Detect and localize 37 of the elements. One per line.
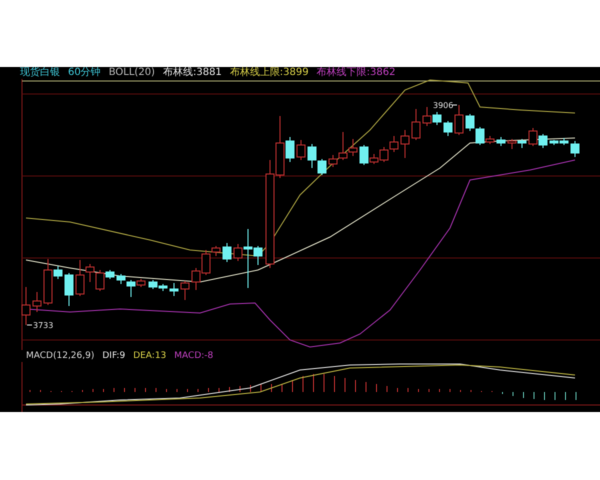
candlestick: [496, 136, 506, 146]
candlestick: [390, 136, 398, 152]
candlestick: [528, 128, 538, 146]
candlestick: [180, 280, 190, 300]
leader-line: [26, 324, 32, 326]
candlestick: [296, 140, 306, 160]
candlestick: [432, 112, 442, 126]
legend-label: MACD(12,26,9): [26, 350, 94, 362]
legend-label: DIF:9: [102, 350, 126, 362]
candlestick: [412, 108, 420, 140]
legend-label: BOLL(20): [108, 67, 155, 79]
legend-label: MACD:-8: [174, 350, 214, 362]
candlestick: [444, 120, 452, 136]
candlestick: [538, 134, 548, 148]
legend-label: 60分钟: [68, 67, 101, 79]
legend-label: 布林线:3881: [162, 67, 222, 79]
candlestick: [466, 114, 474, 132]
candlestick: [32, 292, 42, 312]
candlestick: [422, 106, 432, 126]
legend-label: 布林线上限:3899: [230, 67, 309, 79]
legend-label: 现货白银: [20, 67, 60, 79]
candlestick: [64, 272, 74, 306]
candlestick: [508, 138, 516, 150]
candlestick: [170, 282, 178, 296]
candlestick: [192, 268, 200, 290]
candlestick: [222, 242, 232, 262]
candlestick: [22, 286, 30, 326]
legend-label: 布林线下限:3862: [316, 67, 396, 79]
leader-line: [452, 104, 458, 106]
legend-label: DEA:13: [133, 350, 166, 362]
candlestick: [518, 138, 526, 148]
candlestick: [454, 104, 464, 136]
price-label: 3733: [33, 321, 54, 330]
candlestick: [570, 140, 580, 158]
candlestick: [148, 280, 158, 290]
price-label: 3906: [433, 101, 454, 110]
candlestick: [400, 130, 410, 158]
